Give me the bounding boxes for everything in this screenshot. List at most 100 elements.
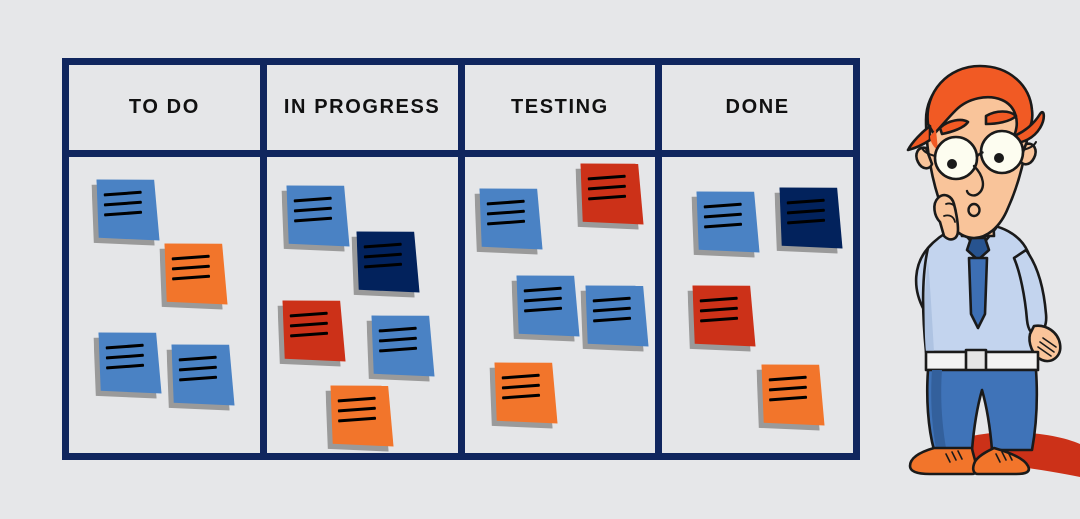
sticky-note-blue[interactable] [516, 274, 579, 337]
sticky-note-red[interactable] [282, 299, 345, 362]
sticky-note-navy[interactable] [780, 186, 843, 249]
left-lens [933, 135, 979, 181]
sticky-note-orange[interactable] [494, 361, 557, 424]
sticky-note-red[interactable] [693, 284, 756, 347]
sticky-note-text-line [787, 199, 826, 205]
sticky-note-orange[interactable] [330, 384, 393, 447]
sticky-note-text-line [106, 354, 145, 360]
sticky-note-text-line [294, 197, 333, 203]
sticky-note-text-line [172, 265, 211, 271]
sticky-note-text-line [106, 364, 145, 370]
left-shoe [908, 446, 979, 476]
sticky-note-text-line [487, 220, 526, 226]
sticky-note-text-line [338, 397, 377, 403]
sticky-note-text-line [770, 396, 809, 402]
thinking-businessman-illustration [868, 52, 1080, 519]
sticky-note-text-line [524, 287, 563, 293]
sticky-note-text-line [593, 307, 632, 313]
sticky-note-paper [330, 384, 393, 447]
sticky-note-paper [494, 361, 557, 424]
sticky-note-navy[interactable] [356, 230, 419, 293]
sticky-note-text-line [179, 356, 218, 362]
column-header-label: TO DO [128, 96, 200, 118]
sticky-note-paper [171, 343, 234, 406]
sticky-note-text-line [364, 253, 403, 259]
column-header-label: TESTING [510, 96, 609, 118]
column-header-label: IN PROGRESS [283, 96, 441, 118]
column-body-in-progress[interactable] [266, 157, 458, 453]
right-pupil [994, 153, 1004, 163]
sticky-note-paper [697, 190, 760, 253]
sticky-note-text-line [364, 263, 403, 269]
sticky-note-text-line [593, 317, 632, 323]
board-header-row: TO DO IN PROGRESS TESTING DONE [69, 65, 853, 150]
column-header-label: DONE [725, 96, 790, 118]
sticky-note-text-line [379, 347, 418, 353]
left-pupil [947, 159, 957, 169]
sticky-note-text-line [179, 376, 218, 382]
sticky-note-text-line [290, 312, 329, 318]
sticky-note-text-line [700, 297, 739, 303]
sticky-note-text-line [588, 185, 627, 191]
sticky-note-text-line [524, 297, 563, 303]
sticky-note-text-line [104, 191, 143, 197]
sticky-note-blue[interactable] [286, 184, 349, 247]
sticky-note-text-line [788, 209, 827, 215]
sticky-note-text-line [106, 344, 145, 350]
sticky-note-text-line [487, 200, 526, 206]
sticky-note-blue[interactable] [371, 314, 434, 377]
sticky-note-text-line [770, 386, 809, 392]
sticky-note-blue[interactable] [479, 187, 542, 250]
sticky-note-blue[interactable] [585, 284, 648, 347]
sticky-note-orange[interactable] [762, 363, 825, 426]
column-body-done[interactable] [662, 157, 853, 453]
sticky-note-text-line [502, 384, 541, 390]
sticky-note-text-line [705, 223, 744, 229]
sticky-note-blue[interactable] [96, 178, 159, 241]
column-header-in-progress[interactable]: IN PROGRESS [266, 65, 458, 150]
kanban-scene: TO DO IN PROGRESS TESTING DONE [0, 0, 1080, 519]
sticky-note-text-line [701, 317, 740, 323]
sticky-note-text-line [338, 417, 377, 423]
sticky-note-text-line [502, 374, 541, 380]
sticky-note-text-line [704, 203, 743, 209]
sticky-note-text-line [172, 275, 211, 281]
sticky-note-paper [580, 162, 643, 225]
sticky-note-text-line [588, 195, 627, 201]
sticky-note-text-line [104, 201, 143, 207]
sticky-note-text-line [379, 337, 418, 343]
column-body-to-do[interactable] [69, 157, 260, 453]
sticky-note-text-line [290, 332, 329, 338]
kanban-board: TO DO IN PROGRESS TESTING DONE [62, 58, 860, 460]
sticky-note-text-line [104, 211, 143, 217]
sticky-note-text-line [179, 366, 218, 372]
tie-body [967, 256, 989, 330]
sticky-note-text-line [502, 394, 541, 400]
column-body-testing[interactable] [464, 157, 656, 453]
sticky-note-text-line [172, 255, 211, 261]
sticky-note-blue[interactable] [98, 331, 161, 394]
sticky-note-text-line [290, 322, 329, 328]
sticky-note-paper [693, 284, 756, 347]
sticky-note-blue[interactable] [171, 343, 234, 406]
sticky-note-text-line [705, 213, 744, 219]
sticky-note-red[interactable] [580, 162, 643, 225]
board-body-row [69, 157, 853, 453]
sticky-note-paper [356, 230, 419, 293]
column-header-to-do[interactable]: TO DO [69, 65, 260, 150]
sticky-note-text-line [701, 307, 740, 313]
sticky-note-paper [286, 184, 349, 247]
sticky-note-text-line [588, 175, 627, 181]
sticky-note-orange[interactable] [164, 242, 227, 305]
sticky-note-text-line [524, 307, 563, 313]
sticky-note-paper [282, 299, 345, 362]
sticky-note-paper [762, 363, 825, 426]
sticky-note-text-line [593, 297, 632, 303]
sticky-note-text-line [769, 376, 808, 382]
column-header-testing[interactable]: TESTING [464, 65, 656, 150]
sticky-note-text-line [338, 407, 377, 413]
column-header-done[interactable]: DONE [662, 65, 853, 150]
sticky-note-paper [371, 314, 434, 377]
thinking-hand [933, 193, 960, 241]
sticky-note-blue[interactable] [697, 190, 760, 253]
